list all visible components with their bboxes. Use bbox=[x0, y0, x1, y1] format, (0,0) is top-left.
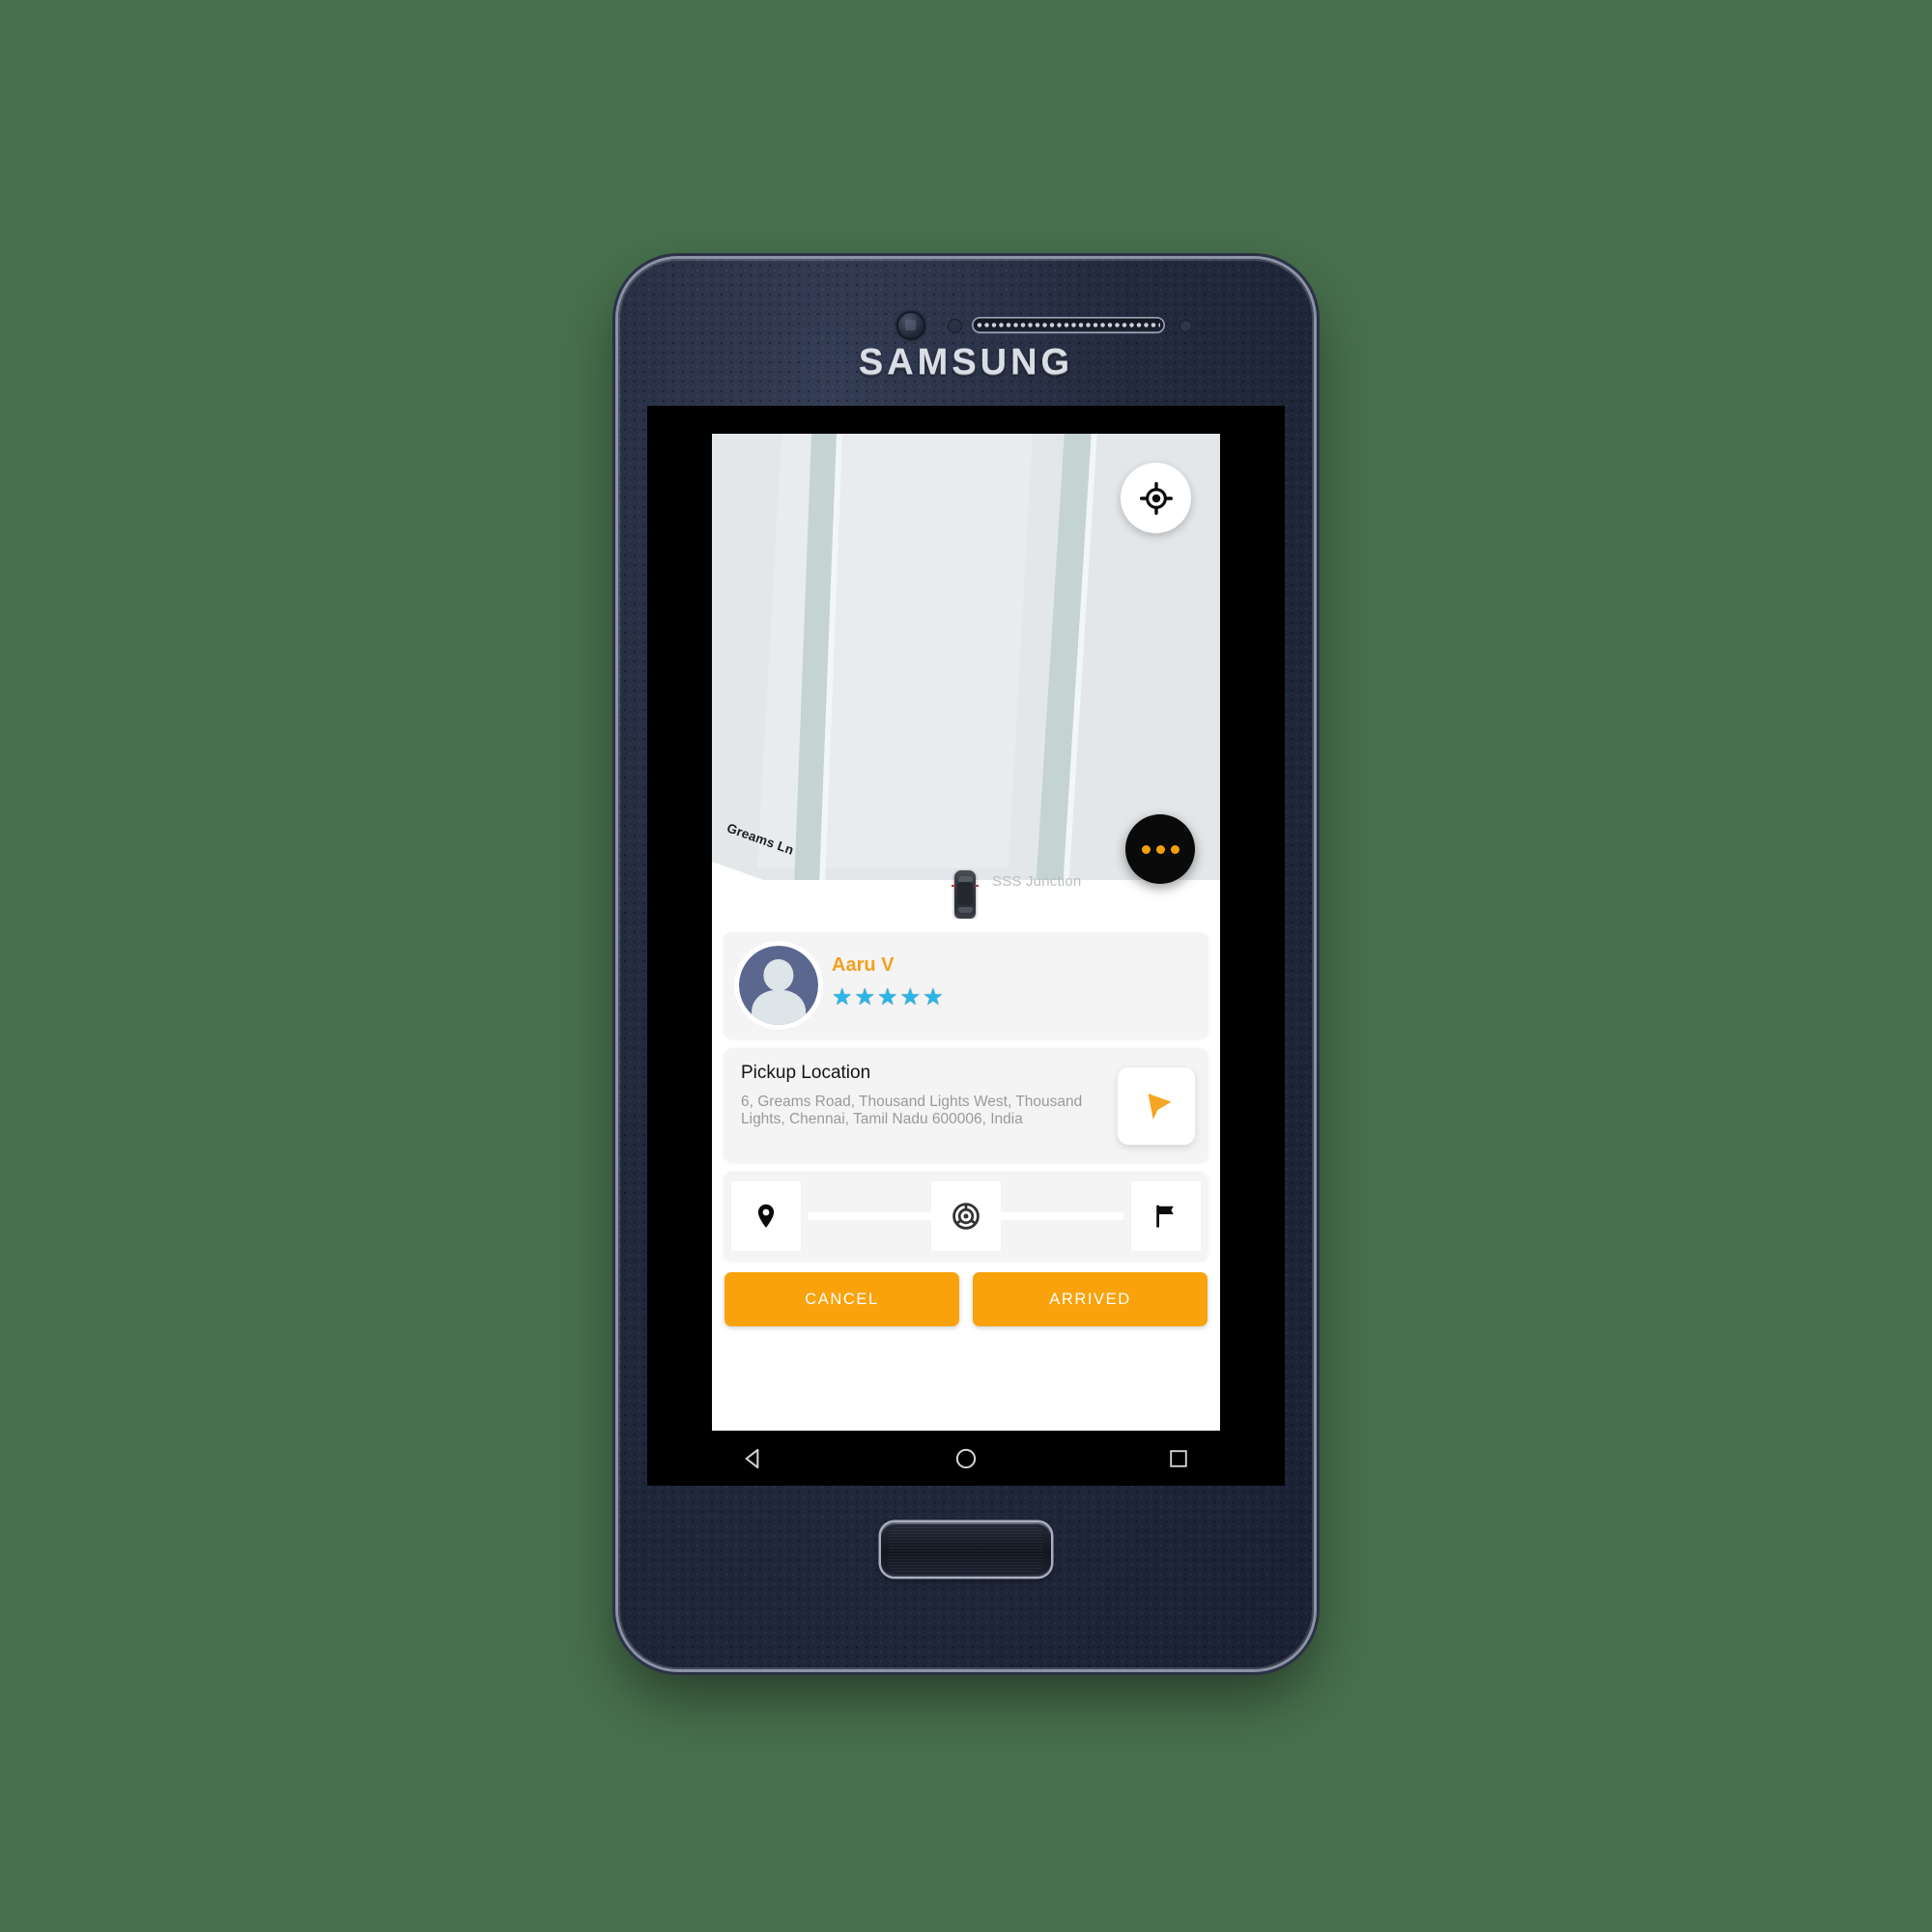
nav-home-button[interactable] bbox=[932, 1439, 1000, 1478]
physical-home-button[interactable] bbox=[881, 1522, 1051, 1577]
nav-recents-button[interactable] bbox=[1145, 1439, 1212, 1478]
steering-wheel-icon bbox=[952, 1203, 980, 1230]
avatar-placeholder-icon bbox=[739, 946, 818, 1025]
avatar-body bbox=[752, 989, 806, 1025]
map-road-right bbox=[1034, 434, 1094, 917]
driver-card: Aaru V ★ ★ ★ ★ ★ bbox=[724, 932, 1208, 1038]
dot-icon bbox=[1170, 844, 1179, 854]
car-roof bbox=[957, 882, 973, 905]
proximity-sensor-icon bbox=[948, 319, 962, 333]
avatar bbox=[739, 946, 818, 1025]
samsung-brand-logo: SAMSUNG bbox=[858, 342, 1074, 383]
star-icon: ★ bbox=[854, 984, 876, 1010]
crosshair-icon bbox=[1139, 481, 1173, 515]
app-viewport: Greams Ln SSS Junction Aaru V ★ ★ ★ ★ ★ … bbox=[712, 434, 1220, 1431]
arrived-button[interactable]: ARRIVED bbox=[973, 1272, 1208, 1326]
pickup-location-card: Pickup Location 6, Greams Road, Thousand… bbox=[724, 1048, 1208, 1162]
avatar-head bbox=[763, 958, 794, 991]
bottom-sheet: Aaru V ★ ★ ★ ★ ★ Pickup Location 6, Grea… bbox=[712, 919, 1220, 1431]
rating-stars: ★ ★ ★ ★ ★ bbox=[832, 986, 1193, 1009]
map-pin-icon bbox=[757, 1204, 775, 1228]
screenshot-canvas: SAMSUNG Greams Ln SSS Junction Aaru V ★ … bbox=[0, 0, 1932, 1932]
action-buttons: CANCEL ARRIVED bbox=[724, 1272, 1208, 1326]
car-rear-window bbox=[957, 907, 973, 913]
phone-screen: Greams Ln SSS Junction Aaru V ★ ★ ★ ★ ★ … bbox=[647, 406, 1285, 1486]
dot-icon bbox=[1141, 844, 1151, 854]
navigate-button[interactable] bbox=[1118, 1067, 1195, 1145]
light-sensor-icon bbox=[1179, 320, 1192, 332]
car-mirror-right bbox=[975, 885, 979, 887]
star-icon: ★ bbox=[923, 984, 944, 1010]
car-windshield bbox=[957, 876, 973, 882]
flag-icon bbox=[1156, 1205, 1174, 1228]
star-icon: ★ bbox=[899, 984, 922, 1010]
android-navigation-bar bbox=[647, 1431, 1285, 1486]
map-place-label: SSS Junction bbox=[992, 873, 1082, 890]
car-marker bbox=[952, 870, 979, 919]
recents-square-icon bbox=[1170, 1449, 1187, 1467]
progress-step-destination[interactable] bbox=[1131, 1181, 1201, 1251]
map-view[interactable]: Greams Ln SSS Junction bbox=[712, 434, 1220, 919]
earpiece-speaker-grille bbox=[972, 317, 1165, 333]
trip-progress-bar bbox=[724, 1172, 1208, 1261]
samsung-phone-device: SAMSUNG Greams Ln SSS Junction Aaru V ★ … bbox=[618, 259, 1314, 1669]
dot-icon bbox=[1155, 844, 1165, 854]
my-location-button[interactable] bbox=[1121, 463, 1191, 533]
home-circle-icon bbox=[955, 1448, 977, 1468]
driver-name: Aaru V bbox=[832, 954, 895, 976]
progress-step-pickup[interactable] bbox=[731, 1181, 801, 1251]
more-options-fab[interactable] bbox=[1125, 814, 1195, 884]
front-camera-icon bbox=[896, 311, 925, 340]
progress-step-driving[interactable] bbox=[931, 1181, 1001, 1251]
back-triangle-icon bbox=[745, 1448, 759, 1468]
cancel-button[interactable]: CANCEL bbox=[724, 1272, 959, 1326]
navigation-arrow-icon bbox=[1148, 1094, 1172, 1120]
nav-back-button[interactable] bbox=[720, 1439, 787, 1478]
capacitive-back-key[interactable] bbox=[1094, 1534, 1200, 1563]
pickup-address: 6, Greams Road, Thousand Lights West, Th… bbox=[741, 1093, 1083, 1128]
star-icon: ★ bbox=[877, 984, 898, 1010]
star-icon: ★ bbox=[832, 984, 853, 1010]
capacitive-menu-key[interactable] bbox=[734, 1534, 840, 1563]
pickup-title: Pickup Location bbox=[741, 1063, 871, 1083]
car-mirror-left bbox=[952, 885, 955, 887]
